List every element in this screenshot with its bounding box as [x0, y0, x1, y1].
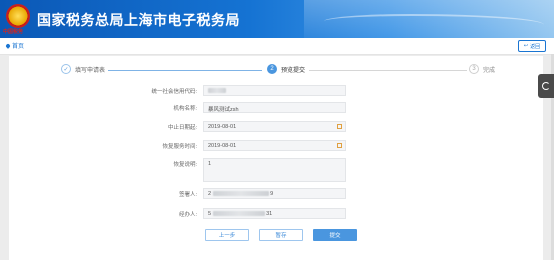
step-fill-form: ✓ 填写申请表 — [61, 64, 105, 74]
check-icon: ✓ — [61, 64, 71, 74]
action-buttons: 上一步 暂存 提交 — [205, 229, 357, 241]
back-button[interactable]: ↩ 返回 — [518, 40, 546, 52]
app-header: 中国税务 国家税务总局上海市电子税务局 — [0, 0, 554, 38]
suspend-date-label: 中止日期起: — [167, 125, 197, 131]
redacted-text — [212, 211, 265, 217]
breadcrumb-home-label: 首页 — [12, 44, 25, 50]
suspend-date-value: 2019-08-01 — [208, 124, 237, 130]
signer-suffix: 9 — [270, 191, 274, 197]
row-handler: 经办人: 5 31 — [9, 208, 543, 220]
back-button-label: 返回 — [530, 43, 541, 50]
progress-steps: ✓ 填写申请表 2 预览提交 3 完成 — [9, 64, 543, 78]
credit-code-field[interactable] — [203, 85, 346, 96]
step-complete: 3 完成 — [469, 64, 495, 74]
signer-prefix: 2 — [208, 191, 212, 197]
save-draft-button[interactable]: 暂存 — [259, 229, 303, 241]
step-label: 填写申请表 — [75, 67, 106, 74]
credit-code-label: 统一社会信用代码: — [151, 89, 197, 95]
prev-step-button[interactable]: 上一步 — [205, 229, 249, 241]
great-wall-decoration — [324, 14, 544, 32]
row-resume-date: 恢复服务时间: 2019-08-01 — [9, 140, 543, 152]
redacted-text — [212, 191, 269, 197]
handler-field[interactable]: 5 31 — [203, 208, 346, 219]
step-connector-2 — [309, 70, 467, 71]
step-label: 完成 — [483, 67, 496, 74]
handler-suffix: 31 — [266, 211, 273, 217]
tax-emblem-icon — [6, 4, 30, 28]
side-float-button[interactable] — [538, 74, 554, 98]
calendar-icon[interactable] — [337, 124, 342, 129]
resume-date-value: 2019-08-01 — [208, 143, 237, 149]
step-number: 2 — [267, 64, 277, 74]
emblem-caption: 中国税务 — [3, 29, 24, 35]
row-suspend-date: 中止日期起: 2019-08-01 — [9, 121, 543, 133]
reason-textarea[interactable]: 1 — [203, 158, 346, 182]
resume-date-label: 恢复服务时间: — [162, 144, 197, 150]
org-name-label: 机构名称: — [173, 106, 197, 112]
site-title: 国家税务总局上海市电子税务局 — [37, 12, 240, 28]
row-org-name: 机构名称: 暴风测试zsh — [9, 102, 543, 114]
redacted-text — [208, 88, 226, 94]
handler-label: 经办人: — [178, 212, 197, 218]
resume-date-field[interactable]: 2019-08-01 — [203, 140, 346, 151]
signer-field[interactable]: 2 9 — [203, 188, 346, 199]
location-pin-icon — [5, 42, 11, 49]
breadcrumb-home[interactable]: 首页 — [5, 41, 25, 50]
row-signer: 签署人: 2 9 — [9, 188, 543, 200]
reason-label: 恢复说明: — [173, 162, 197, 168]
handler-prefix: 5 — [208, 211, 212, 217]
form-panel: ✓ 填写申请表 2 预览提交 3 完成 统一社会信用代码: 机构名称: 暴风测试… — [9, 56, 543, 260]
row-credit-code: 统一社会信用代码: — [9, 85, 543, 97]
back-arrow-icon: ↩ — [523, 43, 529, 49]
row-reason: 恢复说明: 1 — [9, 158, 543, 182]
step-number: 3 — [469, 64, 479, 74]
calendar-icon[interactable] — [337, 143, 342, 148]
step-label: 预览提交 — [281, 67, 306, 74]
step-connector-1 — [108, 70, 262, 71]
suspend-date-field[interactable]: 2019-08-01 — [203, 121, 346, 132]
breadcrumb: 首页 ↩ 返回 — [0, 38, 554, 55]
refresh-icon — [542, 82, 550, 90]
org-name-field[interactable]: 暴风测试zsh — [203, 102, 346, 113]
step-preview-submit: 2 预览提交 — [267, 64, 305, 74]
submit-button[interactable]: 提交 — [313, 229, 357, 241]
signer-label: 签署人: — [178, 192, 197, 198]
